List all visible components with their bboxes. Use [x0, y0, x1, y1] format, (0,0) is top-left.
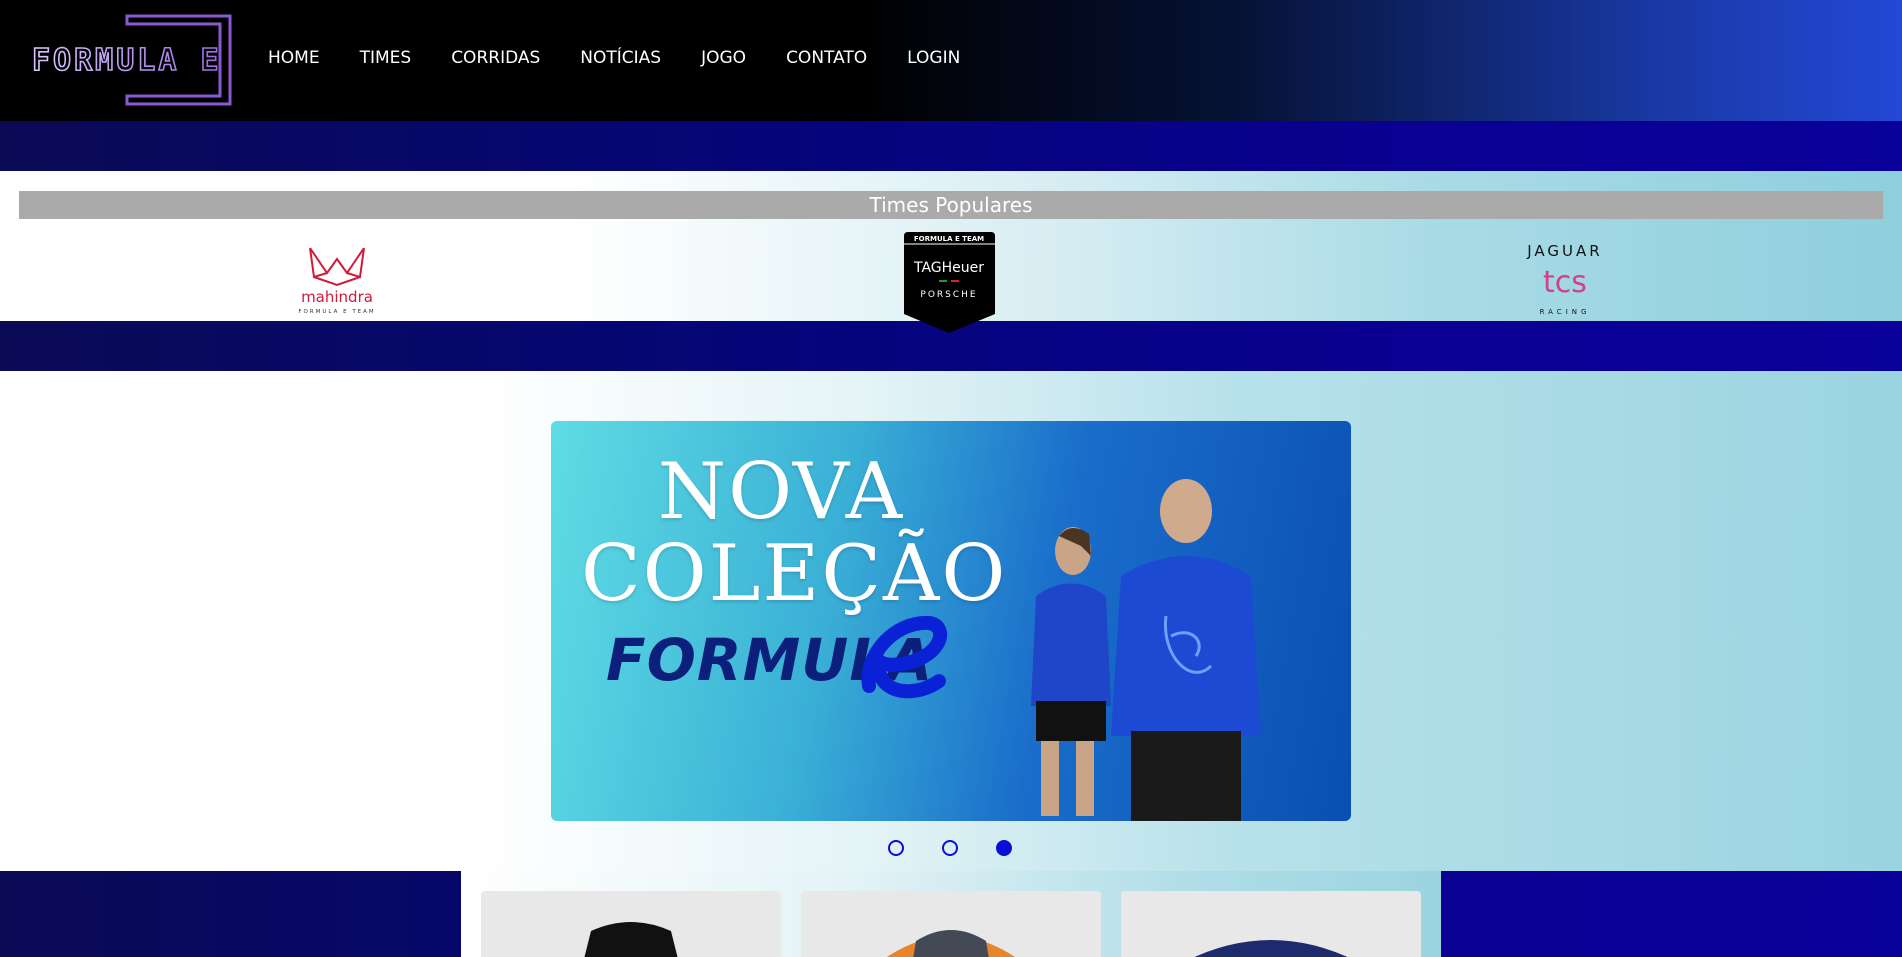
- svg-text:PORSCHE: PORSCHE: [920, 290, 977, 300]
- model-man-image: [1111, 479, 1261, 821]
- svg-text:FORMULA E TEAM: FORMULA E TEAM: [914, 235, 984, 243]
- slide-title: NOVA COLEÇÃO: [581, 447, 1008, 619]
- popular-teams-section: Times Populares mahindra FORMULA E TEAM …: [0, 171, 1902, 333]
- tag-heuer-porsche-team-logo[interactable]: FORMULA E TEAM TAGHeuer PORSCHE: [899, 232, 1000, 334]
- nav-contato[interactable]: CONTATO: [786, 48, 867, 68]
- nav-times[interactable]: TIMES: [360, 48, 412, 68]
- svg-text:FORMULA E: FORMULA E: [32, 43, 222, 78]
- carousel-section: NOVA COLEÇÃO FORMULA: [0, 371, 1902, 871]
- black-polo-image: [584, 922, 678, 957]
- nav-login[interactable]: LOGIN: [907, 48, 960, 68]
- site-header: FORMULA E HOME TIMES CORRIDAS NOTÍCIAS J…: [0, 0, 1902, 121]
- jaguar-tcs-racing-team-logo[interactable]: JAGUAR tcs RACING: [1500, 242, 1630, 318]
- nav-noticias[interactable]: NOTÍCIAS: [580, 48, 661, 68]
- nav-corridas[interactable]: CORRIDAS: [451, 48, 540, 68]
- svg-text:JAGUAR: JAGUAR: [1526, 242, 1602, 260]
- navy-shirt-image: [1194, 940, 1348, 957]
- product-card-2[interactable]: [801, 891, 1101, 957]
- svg-text:TAGHeuer: TAGHeuer: [913, 260, 984, 276]
- svg-text:mahindra: mahindra: [301, 288, 373, 306]
- carousel-dot-1[interactable]: [888, 840, 904, 856]
- carousel-slide[interactable]: NOVA COLEÇÃO FORMULA: [551, 421, 1351, 821]
- svg-text:FORMULA E TEAM: FORMULA E TEAM: [298, 309, 375, 315]
- products-band: [0, 871, 1902, 957]
- formula-e-e-icon: [861, 615, 948, 699]
- nav-jogo[interactable]: JOGO: [701, 48, 746, 68]
- carousel-dots: [888, 840, 1012, 856]
- main-nav: HOME TIMES CORRIDAS NOTÍCIAS JOGO CONTAT…: [268, 48, 1000, 68]
- carousel-dot-2[interactable]: [942, 840, 958, 856]
- mahindra-team-logo[interactable]: mahindra FORMULA E TEAM: [290, 243, 385, 315]
- product-card-3[interactable]: [1121, 891, 1421, 957]
- formula-e-logo[interactable]: FORMULA E: [30, 14, 235, 106]
- blue-band-top: [0, 121, 1902, 171]
- nav-home[interactable]: HOME: [268, 48, 320, 68]
- product-card-1[interactable]: [481, 891, 781, 957]
- products-grid: [461, 871, 1441, 957]
- carousel-dot-3[interactable]: [996, 840, 1012, 856]
- svg-text:tcs: tcs: [1543, 265, 1587, 300]
- orange-polo-image: [887, 930, 1015, 957]
- svg-text:RACING: RACING: [1540, 308, 1591, 316]
- teams-title: Times Populares: [19, 191, 1883, 219]
